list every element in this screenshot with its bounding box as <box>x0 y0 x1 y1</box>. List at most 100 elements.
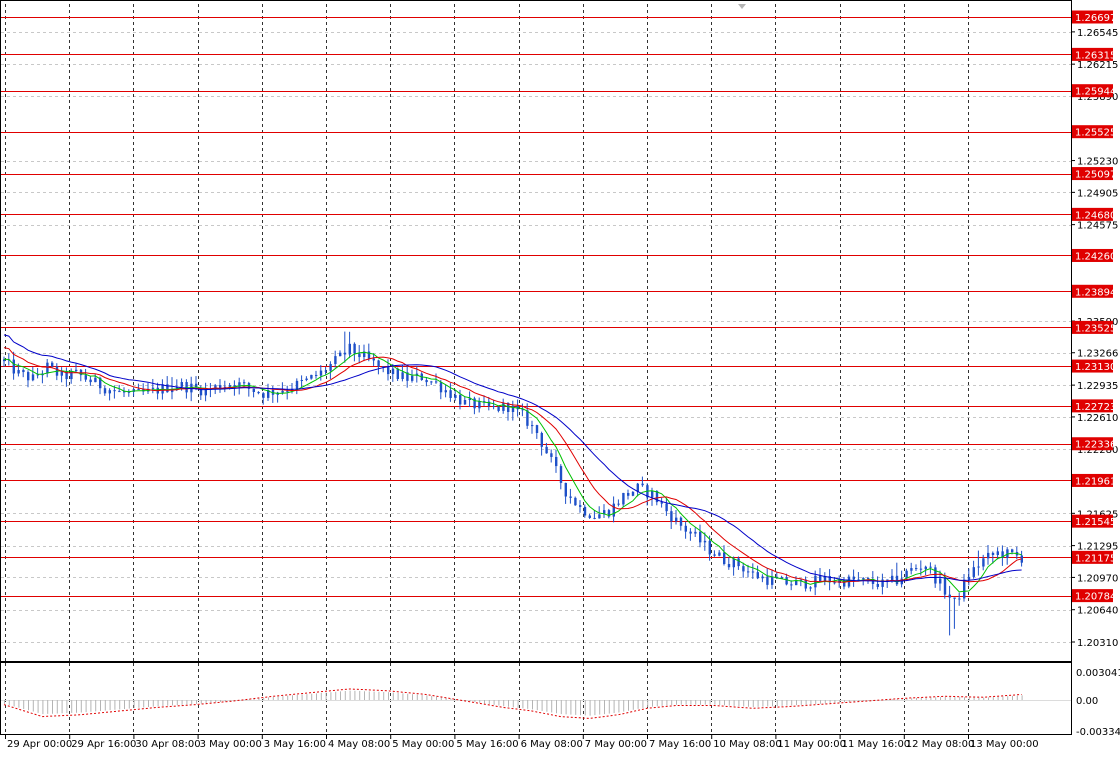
candle-body <box>324 370 327 372</box>
candle-body <box>641 483 644 486</box>
oscillator-tick-label: 0.00 <box>1076 696 1098 707</box>
candle-body <box>228 385 231 387</box>
time-tick-label: 10 May 08:00 <box>713 739 782 750</box>
candle-body <box>761 576 764 579</box>
level-label[interactable]: 1.21961 <box>1072 473 1116 488</box>
candle-body <box>891 575 894 581</box>
candle-body <box>497 406 500 411</box>
candle-body <box>809 587 812 589</box>
candle-body <box>569 496 572 498</box>
candle-body <box>372 358 375 361</box>
candle-body <box>612 503 615 517</box>
candle-body <box>723 552 726 564</box>
candle-body <box>751 571 755 573</box>
price-tick-label: 1.25230 <box>1077 157 1118 168</box>
candle-body <box>454 395 457 398</box>
level-label[interactable]: 1.22723 <box>1072 399 1116 413</box>
level-label[interactable]: 1.24680 <box>1072 207 1116 222</box>
candle-body <box>252 388 255 393</box>
candle-body <box>46 362 49 374</box>
candle-body <box>982 558 985 567</box>
candle-body <box>977 566 980 568</box>
level-label-text: 1.22336 <box>1075 440 1116 451</box>
candle-body <box>151 387 155 389</box>
candle-body <box>185 382 188 393</box>
level-label[interactable]: 1.21175 <box>1072 550 1116 565</box>
price-tick-label: 1.20640 <box>1077 606 1118 617</box>
trading-chart[interactable]: 1.265451.262151.258901.252301.249051.245… <box>0 0 1120 758</box>
level-label[interactable]: 1.21545 <box>1072 514 1116 529</box>
candle-body <box>732 558 735 568</box>
candle-body <box>593 517 596 519</box>
candle-body <box>617 503 620 505</box>
candle-body <box>718 552 721 556</box>
candle-body <box>329 364 332 371</box>
oscillator-tick-label: -0.003342 <box>1076 727 1120 738</box>
candle-body <box>675 517 678 522</box>
level-label-text: 1.21961 <box>1075 476 1116 487</box>
time-tick-label: 29 Apr 16:00 <box>71 739 136 750</box>
level-label[interactable]: 1.22336 <box>1072 437 1116 451</box>
candle-body <box>463 399 467 405</box>
candle-body <box>785 577 788 585</box>
candle-body <box>108 390 111 394</box>
candle-body <box>22 370 25 373</box>
level-label-text: 1.22723 <box>1075 402 1116 413</box>
candle-body <box>963 579 966 599</box>
candle-body <box>867 577 870 579</box>
price-tick-label: 1.26545 <box>1077 28 1118 39</box>
price-tick-label: 1.24905 <box>1077 188 1118 199</box>
candle-body <box>492 405 495 407</box>
candle-body <box>531 425 534 427</box>
candle-body <box>180 382 183 387</box>
candle-body <box>334 356 337 365</box>
candle-body <box>12 359 15 374</box>
level-label[interactable]: 1.25944 <box>1072 84 1116 98</box>
candle-body <box>660 502 663 504</box>
candle-body <box>665 503 668 512</box>
time-tick-label: 13 May 00:00 <box>970 739 1039 750</box>
level-label[interactable]: 1.25097 <box>1072 167 1116 181</box>
candle-body <box>31 374 35 381</box>
candle-body <box>766 576 769 585</box>
candle-body <box>747 571 750 573</box>
candle-body <box>401 372 404 380</box>
level-label[interactable]: 1.24260 <box>1072 248 1116 263</box>
level-label-text: 1.24680 <box>1075 210 1116 221</box>
level-label-text: 1.21175 <box>1075 553 1116 564</box>
candle-body <box>1011 549 1014 552</box>
candle-body <box>910 568 913 571</box>
candle-body <box>411 375 414 381</box>
level-label[interactable]: 1.26697 <box>1072 10 1116 25</box>
candle-body <box>679 517 683 526</box>
candle-body <box>987 552 990 559</box>
level-label[interactable]: 1.23525 <box>1072 320 1116 335</box>
candle-body <box>742 566 745 572</box>
candle-body <box>996 551 999 555</box>
candle-body <box>305 378 308 381</box>
level-label[interactable]: 1.23130 <box>1072 359 1116 374</box>
level-label[interactable]: 1.25525 <box>1072 125 1116 139</box>
level-label[interactable]: 1.26315 <box>1072 47 1116 62</box>
price-tick-label: 1.22610 <box>1077 413 1118 424</box>
candle-body <box>948 594 951 598</box>
candle-body <box>89 379 92 383</box>
candle-body <box>27 372 30 381</box>
candle-body <box>819 575 822 582</box>
candle-body <box>315 374 318 376</box>
candle-body <box>684 525 687 532</box>
level-label[interactable]: 1.20784 <box>1072 589 1116 603</box>
candle-body <box>343 352 347 355</box>
candle-body <box>94 377 97 383</box>
level-label-text: 1.20784 <box>1075 592 1116 603</box>
candle-body <box>852 576 855 580</box>
candle-body <box>550 453 553 457</box>
candle-body <box>535 425 539 434</box>
candle-body <box>425 380 428 383</box>
price-tick-label: 1.23266 <box>1077 349 1118 360</box>
candle-body <box>790 584 793 586</box>
level-label[interactable]: 1.23894 <box>1072 284 1116 299</box>
candle <box>574 496 577 506</box>
time-tick-label: 30 Apr 08:00 <box>135 739 200 750</box>
time-tick-label: 6 May 08:00 <box>521 739 583 750</box>
